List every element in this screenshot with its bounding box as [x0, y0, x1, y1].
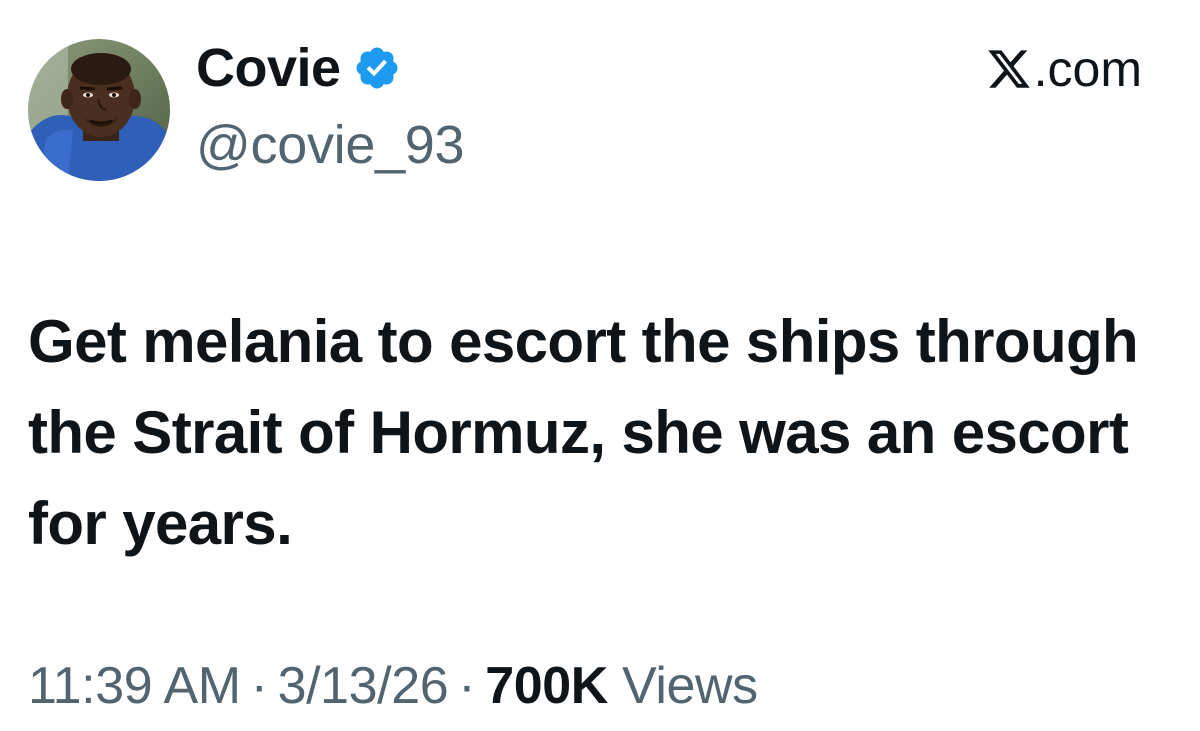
author-handle[interactable]: @covie_93 — [196, 118, 465, 172]
tweet-time[interactable]: 11:39 AM — [28, 657, 241, 715]
views-count: 700K — [485, 657, 608, 715]
author-name-row[interactable]: Covie — [196, 36, 401, 100]
avatar-photo — [28, 39, 170, 181]
verified-badge-icon — [356, 47, 398, 89]
tweet-date[interactable]: 3/13/26 — [278, 657, 449, 715]
author-avatar[interactable] — [28, 39, 170, 181]
meta-separator: · — [250, 657, 268, 715]
x-brand: .com — [986, 44, 1142, 94]
brand-domain-suffix: .com — [1033, 41, 1142, 97]
x-logo-icon — [988, 50, 1030, 88]
meta-separator: · — [458, 657, 476, 715]
author-display-name[interactable]: Covie — [196, 41, 341, 95]
tweet-meta: 11:39 AM · 3/13/26 · 700K Views — [28, 660, 758, 712]
tweet-text: Get melania to escort the ships through … — [28, 308, 1139, 557]
tweet-card: Covie @covie_93 .com Get melania to esco… — [0, 0, 1200, 731]
views-label: Views — [621, 657, 758, 715]
